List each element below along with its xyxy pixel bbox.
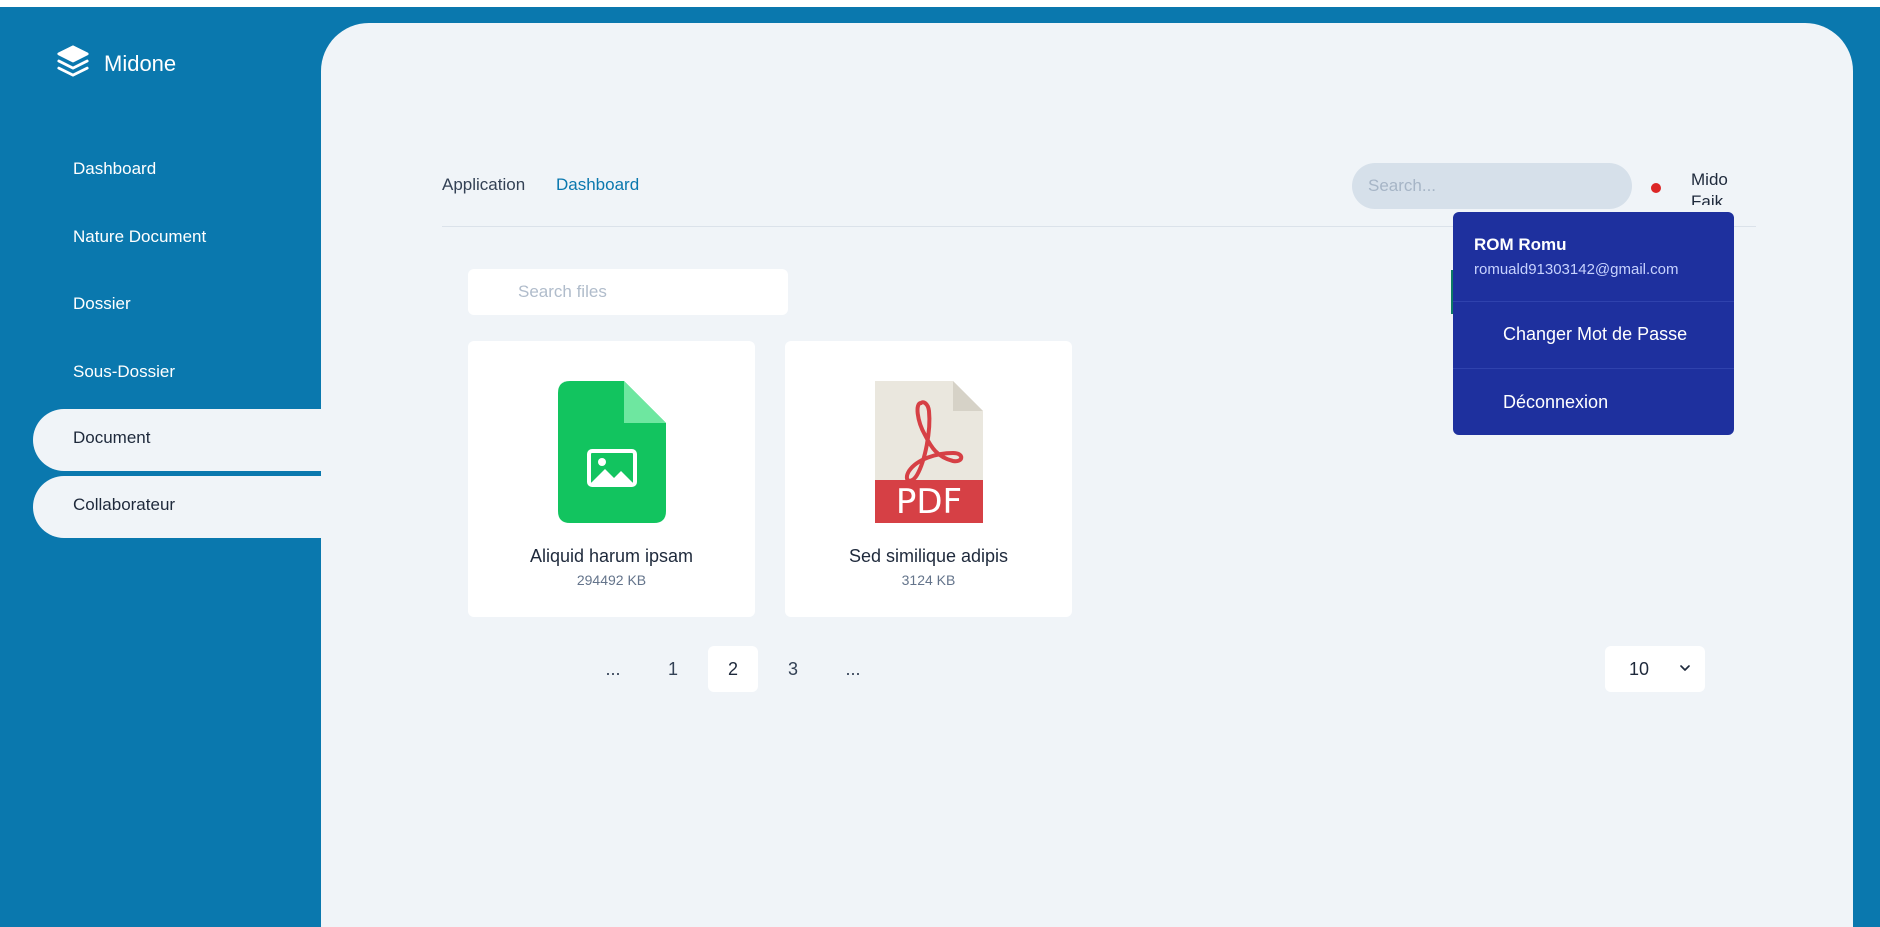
pagination-page-2[interactable]: 2	[708, 646, 758, 692]
brand-name: Midone	[104, 50, 177, 76]
avatar[interactable]: Mido Faik	[1691, 169, 1735, 205]
file-size: 3124 KB	[901, 572, 956, 588]
brand[interactable]: Midone	[56, 44, 176, 83]
user-menu-dropdown: ROM Romu romuald91303142@gmail.com Chang…	[1453, 212, 1734, 435]
main-content: Application Dashboard Mido Faik Aliquid …	[321, 23, 1853, 927]
per-page-value: 10	[1629, 659, 1650, 679]
sidebar-item-sous-dossier[interactable]: Sous-Dossier	[73, 360, 175, 384]
layers-icon	[56, 44, 90, 83]
per-page-select[interactable]: 10	[1605, 646, 1705, 692]
change-password-item[interactable]: Changer Mot de Passe	[1503, 324, 1687, 345]
breadcrumb-application[interactable]: Application	[442, 175, 525, 195]
menu-divider	[1453, 368, 1734, 369]
user-name: ROM Romu	[1474, 235, 1567, 254]
user-email: romuald91303142@gmail.com	[1474, 261, 1679, 278]
sidebar-item-label: Document	[73, 428, 151, 447]
sidebar: Midone Dashboard Nature Document Dossier…	[0, 0, 323, 927]
sidebar-item-dashboard[interactable]: Dashboard	[73, 157, 156, 181]
sidebar-item-collaborateur[interactable]: Collaborateur	[33, 476, 323, 538]
logout-item[interactable]: Déconnexion	[1503, 392, 1608, 413]
file-size: 294492 KB	[576, 572, 647, 588]
file-name: Aliquid harum ipsam	[529, 546, 694, 566]
file-name: Sed similique adipis	[848, 546, 1009, 566]
pagination-ellipsis[interactable]: ...	[828, 646, 878, 692]
sidebar-item-nature-document[interactable]: Nature Document	[73, 225, 206, 249]
file-card[interactable]: Aliquid harum ipsam 294492 KB	[468, 341, 755, 617]
pdf-badge-label: PDF	[895, 482, 963, 522]
sidebar-item-dossier[interactable]: Dossier	[73, 292, 131, 316]
notification-dot[interactable]	[1651, 183, 1661, 193]
pagination-page-3[interactable]: 3	[768, 646, 818, 692]
search-input[interactable]	[1352, 163, 1632, 209]
sidebar-item-document[interactable]: Document	[33, 409, 323, 471]
breadcrumb-dashboard[interactable]: Dashboard	[556, 175, 639, 195]
sidebar-item-label: Collaborateur	[73, 495, 176, 514]
pagination-page-1[interactable]: 1	[648, 646, 698, 692]
pagination-ellipsis[interactable]: ...	[588, 646, 638, 692]
image-file-icon	[558, 381, 666, 523]
pdf-file-icon: PDF	[875, 381, 983, 523]
files-search-input[interactable]	[468, 269, 788, 315]
chevron-down-icon	[1677, 660, 1693, 676]
file-card[interactable]: PDF Sed similique adipis 3124 KB	[785, 341, 1072, 617]
menu-divider	[1453, 301, 1734, 302]
